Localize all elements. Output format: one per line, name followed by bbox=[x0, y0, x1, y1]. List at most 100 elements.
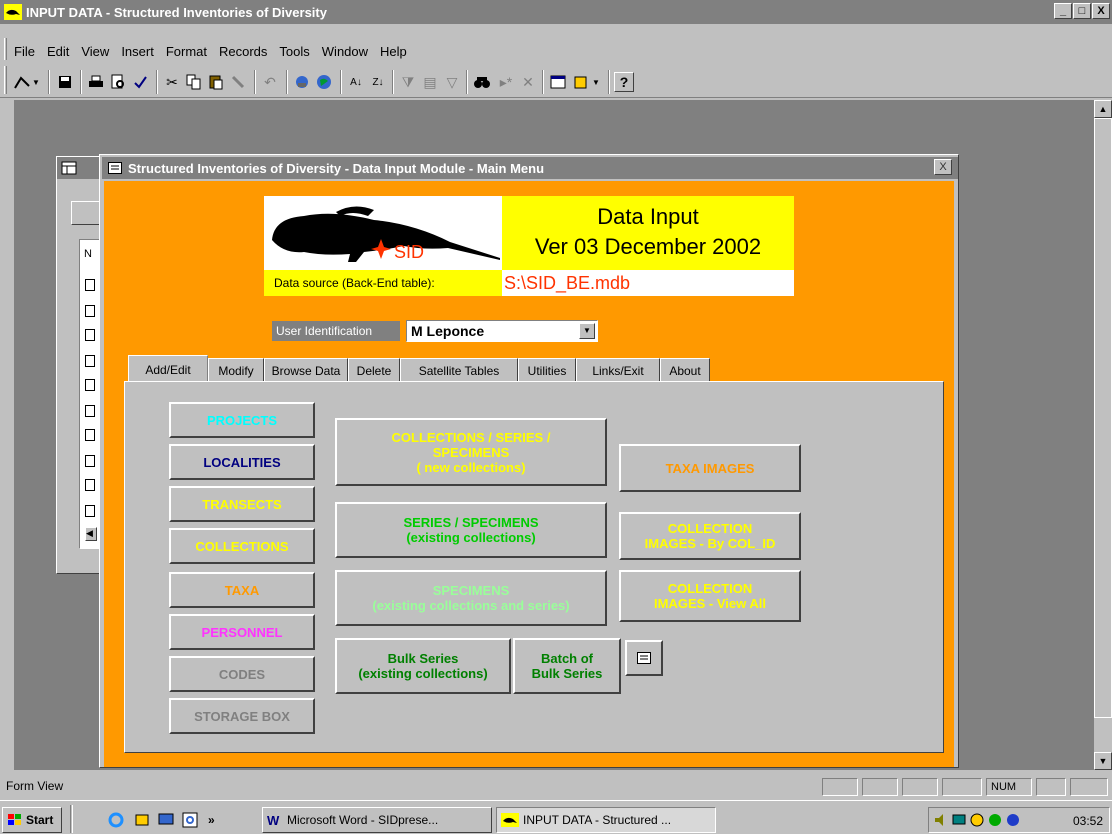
taxa-images-button[interactable]: TAXA IMAGES bbox=[619, 444, 801, 492]
batch-bulk-series-button[interactable]: Batch of Bulk Series bbox=[513, 638, 621, 694]
cut-icon[interactable]: ✂ bbox=[162, 72, 182, 92]
tab-modify[interactable]: Modify bbox=[208, 358, 264, 382]
close-button[interactable]: X bbox=[1092, 3, 1110, 19]
specimens-button[interactable]: SPECIMENS (existing collections and seri… bbox=[335, 570, 607, 626]
new-object-dropdown-icon[interactable]: ▼ bbox=[590, 72, 602, 92]
delete-record-icon[interactable]: ✕ bbox=[518, 72, 538, 92]
outlook-icon[interactable] bbox=[130, 807, 150, 833]
tab-utilities[interactable]: Utilities bbox=[518, 358, 576, 382]
print-preview-icon[interactable] bbox=[108, 72, 128, 92]
save-icon[interactable] bbox=[55, 72, 75, 92]
personnel-button[interactable]: PERSONNEL bbox=[169, 614, 315, 650]
taskbar-button-input-data[interactable]: INPUT DATA - Structured ... bbox=[496, 807, 716, 833]
collections-series-specimens-button[interactable]: COLLECTIONS / SERIES / SPECIMENS ( new c… bbox=[335, 418, 607, 486]
sort-descending-icon[interactable]: Z↓ bbox=[368, 72, 388, 92]
menu-window[interactable]: Window bbox=[322, 44, 368, 59]
menu-tools[interactable]: Tools bbox=[279, 44, 309, 59]
view-icon[interactable] bbox=[12, 72, 32, 92]
menu-insert[interactable]: Insert bbox=[121, 44, 154, 59]
show-desktop-icon[interactable] bbox=[154, 807, 174, 833]
button-line: IMAGES - By COL_ID bbox=[644, 536, 776, 551]
bulk-series-button[interactable]: Bulk Series (existing collections) bbox=[335, 638, 511, 694]
network-icon[interactable] bbox=[951, 812, 967, 828]
filter-by-selection-icon[interactable]: ⧩ bbox=[398, 72, 418, 92]
quick-launch-chevron[interactable]: » bbox=[204, 807, 224, 833]
tab-delete[interactable]: Delete bbox=[348, 358, 400, 382]
list-item-icon[interactable] bbox=[85, 505, 95, 517]
messenger-icon[interactable] bbox=[987, 812, 1003, 828]
series-specimens-button[interactable]: SERIES / SPECIMENS (existing collections… bbox=[335, 502, 607, 558]
storage-box-button[interactable]: STORAGE BOX bbox=[169, 698, 315, 734]
transects-button[interactable]: TRANSECTS bbox=[169, 486, 315, 522]
new-object-icon[interactable] bbox=[570, 72, 590, 92]
menu-format[interactable]: Format bbox=[166, 44, 207, 59]
web-toolbar-icon[interactable] bbox=[314, 72, 334, 92]
tab-add-edit[interactable]: Add/Edit bbox=[128, 355, 208, 383]
form-title-bar[interactable]: Structured Inventories of Diversity - Da… bbox=[102, 157, 958, 179]
tab-satellite-tables[interactable]: Satellite Tables bbox=[400, 358, 518, 382]
list-item-icon[interactable] bbox=[85, 455, 95, 467]
tab-browse-data[interactable]: Browse Data bbox=[264, 358, 348, 382]
maximize-button[interactable]: □ bbox=[1073, 3, 1091, 19]
list-item-icon[interactable] bbox=[85, 479, 95, 491]
list-item-icon[interactable] bbox=[85, 429, 95, 441]
insert-hyperlink-icon[interactable] bbox=[292, 72, 312, 92]
help-icon[interactable]: ? bbox=[614, 72, 634, 92]
volume-icon[interactable] bbox=[933, 812, 949, 828]
taskbar-button-word[interactable]: W Microsoft Word - SIDprese... bbox=[262, 807, 492, 833]
list-item-icon[interactable] bbox=[85, 329, 95, 341]
scroll-left-arrow-icon[interactable]: ◀ bbox=[85, 527, 97, 541]
collections-button[interactable]: COLLECTIONS bbox=[169, 528, 315, 564]
user-identification-label: User Identification bbox=[272, 321, 400, 341]
print-icon[interactable] bbox=[86, 72, 106, 92]
apply-filter-icon[interactable]: ▽ bbox=[442, 72, 462, 92]
svg-text:W: W bbox=[267, 813, 280, 827]
menu-file[interactable]: File bbox=[14, 44, 35, 59]
windows-logo-icon bbox=[8, 814, 21, 825]
view-dropdown-icon[interactable]: ▼ bbox=[30, 72, 42, 92]
tab-links-exit[interactable]: Links/Exit bbox=[576, 358, 660, 382]
format-painter-icon[interactable] bbox=[228, 72, 248, 92]
antivirus-icon[interactable] bbox=[969, 812, 985, 828]
taxa-button[interactable]: TAXA bbox=[169, 572, 315, 608]
form-close-button[interactable]: X bbox=[934, 159, 952, 175]
form-open-button[interactable] bbox=[625, 640, 663, 676]
sid-logo: SID bbox=[264, 196, 502, 270]
search-icon[interactable] bbox=[178, 807, 198, 833]
sort-ascending-icon[interactable]: A↓ bbox=[346, 72, 366, 92]
ie-icon[interactable] bbox=[104, 807, 124, 833]
scroll-thumb[interactable] bbox=[1094, 118, 1112, 718]
spelling-icon[interactable] bbox=[130, 72, 150, 92]
list-item-icon[interactable] bbox=[85, 405, 95, 417]
menu-view[interactable]: View bbox=[81, 44, 109, 59]
list-item-icon[interactable] bbox=[85, 305, 95, 317]
collection-images-by-colid-button[interactable]: COLLECTION IMAGES - By COL_ID bbox=[619, 512, 801, 560]
menu-records[interactable]: Records bbox=[219, 44, 267, 59]
list-item-icon[interactable] bbox=[85, 279, 95, 291]
localities-button[interactable]: LOCALITIES bbox=[169, 444, 315, 480]
minimize-button[interactable]: _ bbox=[1054, 3, 1072, 19]
paste-icon[interactable] bbox=[206, 72, 226, 92]
filter-by-form-icon[interactable]: ▤ bbox=[420, 72, 440, 92]
database-window-icon[interactable] bbox=[548, 72, 568, 92]
scroll-up-arrow-icon[interactable]: ▲ bbox=[1094, 100, 1112, 118]
chat-icon[interactable] bbox=[1005, 812, 1021, 828]
button-line: Bulk Series bbox=[531, 666, 603, 681]
projects-button[interactable]: PROJECTS bbox=[169, 402, 315, 438]
collection-images-view-all-button[interactable]: COLLECTION IMAGES - View All bbox=[619, 570, 801, 622]
menu-help[interactable]: Help bbox=[380, 44, 407, 59]
tab-about[interactable]: About bbox=[660, 358, 710, 382]
scroll-down-arrow-icon[interactable]: ▼ bbox=[1094, 752, 1112, 770]
start-button[interactable]: Start bbox=[2, 807, 62, 833]
menu-edit[interactable]: Edit bbox=[47, 44, 69, 59]
user-identification-select[interactable]: M Leponce ▼ bbox=[406, 320, 598, 342]
list-item-icon[interactable] bbox=[85, 379, 95, 391]
vertical-scrollbar[interactable]: ▲ ▼ bbox=[1094, 100, 1112, 770]
chevron-down-icon[interactable]: ▼ bbox=[579, 323, 595, 339]
new-record-icon[interactable]: ▸* bbox=[496, 72, 516, 92]
copy-icon[interactable] bbox=[184, 72, 204, 92]
codes-button[interactable]: CODES bbox=[169, 656, 315, 692]
find-icon[interactable] bbox=[472, 72, 492, 92]
list-item-icon[interactable] bbox=[85, 355, 95, 367]
undo-icon[interactable]: ↶ bbox=[260, 72, 280, 92]
